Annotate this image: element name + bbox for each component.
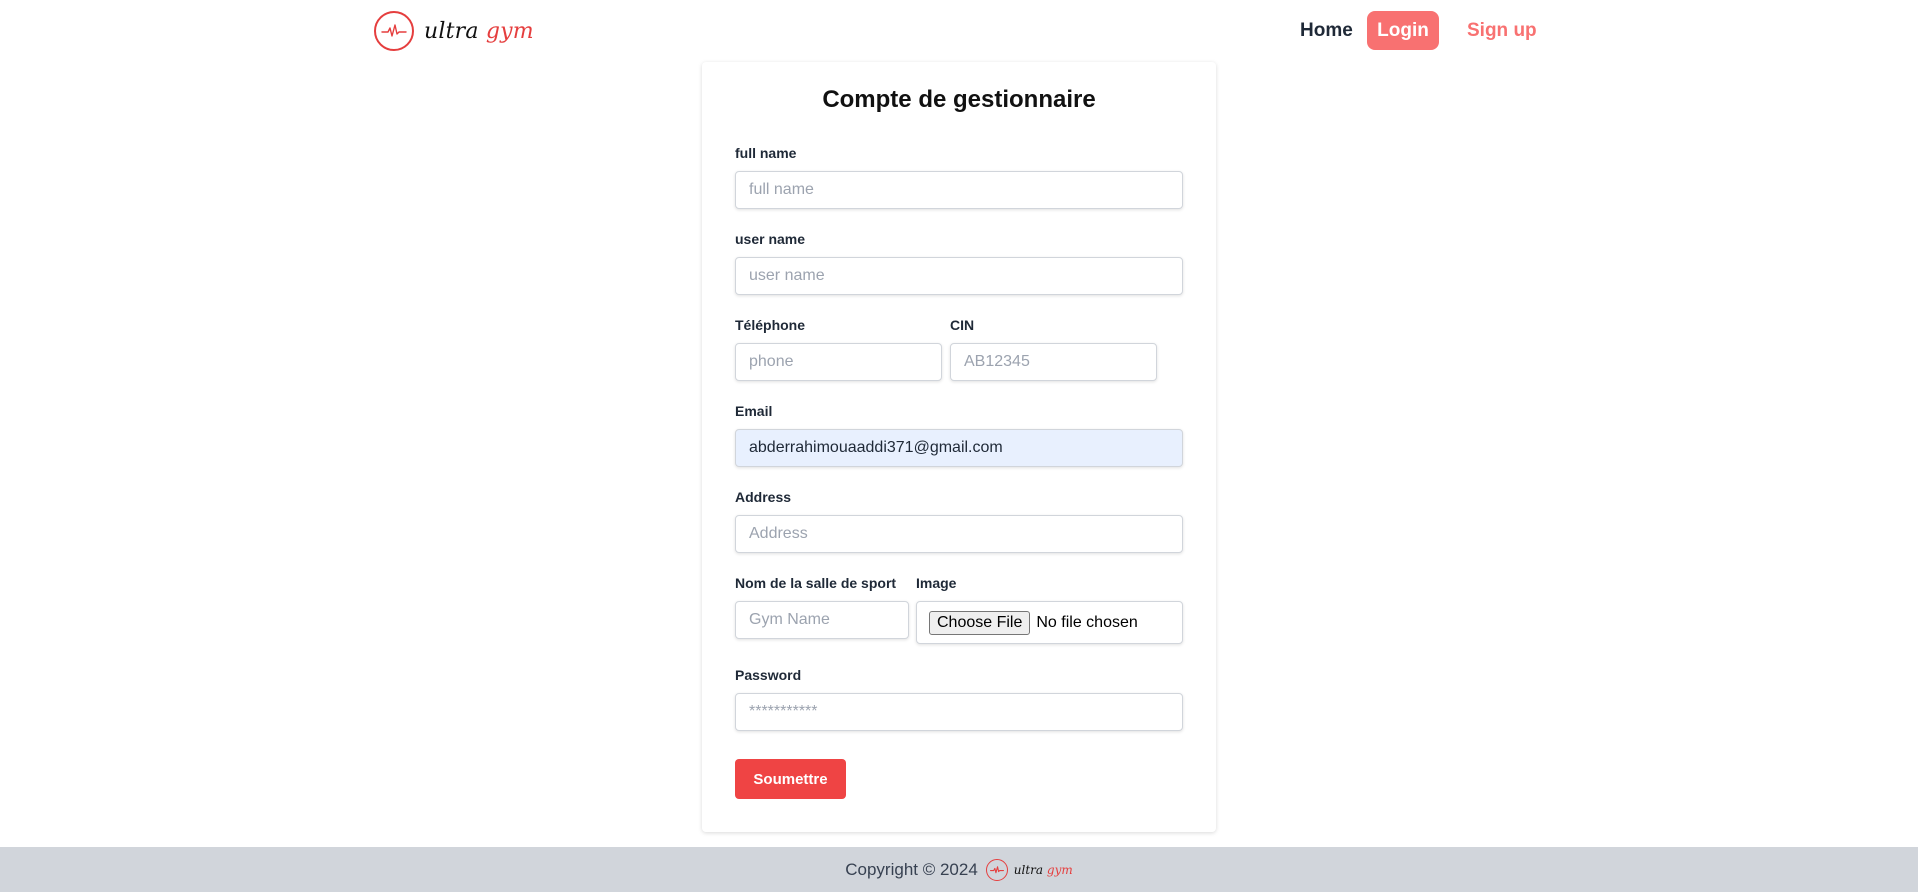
cin-input[interactable] bbox=[950, 343, 1157, 381]
email-label: Email bbox=[735, 403, 773, 419]
address-input[interactable] bbox=[735, 515, 1183, 553]
manager-account-form: Compte de gestionnaire full name user na… bbox=[702, 62, 1216, 832]
footer-brand-name-part1: ultra bbox=[1013, 862, 1044, 877]
password-input[interactable] bbox=[735, 693, 1183, 731]
gym-name-label: Nom de la salle de sport bbox=[735, 575, 897, 591]
cin-label: CIN bbox=[950, 317, 975, 333]
image-label: Image bbox=[916, 575, 957, 591]
telephone-label: Téléphone bbox=[735, 317, 806, 333]
address-label: Address bbox=[735, 489, 792, 505]
form-title: Compte de gestionnaire bbox=[822, 86, 1096, 113]
file-status-text: No file chosen bbox=[1036, 613, 1138, 631]
image-file-input[interactable]: Choose File No file chosen bbox=[916, 601, 1183, 644]
user-name-input[interactable] bbox=[735, 257, 1183, 295]
gym-name-input[interactable] bbox=[735, 601, 909, 639]
footer: Copyright © 2024 ultra gym bbox=[0, 847, 1918, 892]
telephone-input[interactable] bbox=[735, 343, 942, 381]
footer-brand-name-part2: gym bbox=[1046, 862, 1073, 877]
nav-login-button[interactable]: Login bbox=[1367, 11, 1439, 50]
choose-file-button[interactable]: Choose File bbox=[929, 610, 1031, 635]
full-name-label: full name bbox=[735, 145, 797, 161]
user-name-label: user name bbox=[735, 231, 806, 247]
footer-brand-logo[interactable]: ultra gym bbox=[985, 858, 1073, 881]
heartbeat-icon bbox=[985, 858, 1008, 881]
password-label: Password bbox=[735, 667, 802, 683]
copyright-text: Copyright © 2024 bbox=[845, 859, 978, 879]
email-input[interactable] bbox=[735, 429, 1183, 467]
top-nav: Home Login Sign up bbox=[0, 11, 1918, 51]
submit-button[interactable]: Soumettre bbox=[735, 759, 846, 799]
footer-brand-name: ultra gym bbox=[1014, 863, 1073, 877]
header: ultra gym Home Login Sign up bbox=[0, 0, 1918, 62]
nav-home-link[interactable]: Home bbox=[1300, 20, 1353, 42]
nav-signup-link[interactable]: Sign up bbox=[1467, 20, 1537, 42]
full-name-input[interactable] bbox=[735, 171, 1183, 209]
